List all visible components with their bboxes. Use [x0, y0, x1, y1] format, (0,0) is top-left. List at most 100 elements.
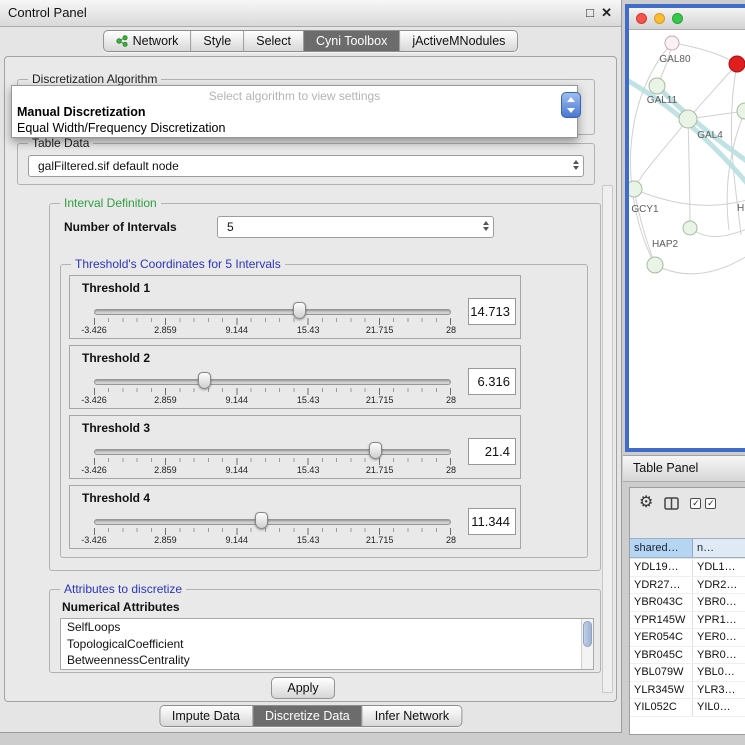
cell[interactable]: YBR0…	[693, 647, 745, 664]
threshold-value-field[interactable]: 21.4	[468, 438, 516, 465]
network-canvas[interactable]: GAL80 GAL11 GAL4 GCY1 HAP2 H	[629, 30, 745, 446]
node-label: H	[737, 203, 744, 214]
threshold-3-slider[interactable]: -3.426 2.859 9.144 15.43 21.715 28	[94, 416, 451, 480]
traffic-light-minimize-icon[interactable]	[654, 13, 665, 24]
cell[interactable]: YBR045C	[630, 647, 693, 664]
table-row[interactable]: YDR27…YDR2…	[630, 577, 745, 595]
dropdown-option-equal-width-frequency[interactable]: Equal Width/Frequency Discretization	[17, 121, 225, 135]
table-row[interactable]: YBL079WYBL0…	[630, 664, 745, 682]
cell[interactable]: YLR345W	[630, 682, 693, 699]
table-row[interactable]: YER054CYER0…	[630, 629, 745, 647]
threshold-1-slider[interactable]: -3.426 2.859 9.144 15.43 21.715 28	[94, 276, 451, 340]
column-selector-icon[interactable]	[664, 497, 679, 510]
combobox-arrows-button[interactable]	[561, 92, 581, 118]
threshold-2-slider[interactable]: -3.426 2.859 9.144 15.43 21.715 28	[94, 346, 451, 410]
slider-major-ticks	[94, 528, 452, 535]
list-scrollbar-thumb[interactable]	[583, 621, 592, 647]
slider-track[interactable]	[94, 379, 451, 385]
tab-label: Infer Network	[375, 709, 449, 723]
select-all-checkbox-icon[interactable]: ✓	[690, 498, 701, 509]
cell[interactable]: YIL0…	[693, 699, 745, 716]
cell[interactable]: YDL19…	[630, 559, 693, 576]
cell[interactable]: YLR3…	[693, 682, 745, 699]
tick-label: 9.144	[226, 465, 249, 475]
tick-label: 15.43	[297, 395, 320, 405]
threshold-value-field[interactable]: 14.713	[468, 298, 516, 325]
cell[interactable]: YER054C	[630, 629, 693, 646]
cell[interactable]: YDR27…	[630, 577, 693, 594]
cell[interactable]: YBR0…	[693, 594, 745, 611]
group-title: Table Data	[28, 136, 93, 150]
threshold-value-field[interactable]: 11.344	[468, 508, 516, 535]
select-checkbox-icon[interactable]: ✓	[705, 498, 716, 509]
list-scrollbar[interactable]	[581, 619, 593, 669]
table-row[interactable]: YLR345WYLR3…	[630, 682, 745, 700]
combobox-spinner-icon[interactable]	[573, 160, 579, 170]
combobox-spinner-icon[interactable]	[483, 221, 489, 231]
close-window-icon[interactable]: ✕	[601, 0, 612, 26]
tab-infer-network[interactable]: Infer Network	[362, 706, 461, 726]
cell[interactable]: YER0…	[693, 629, 745, 646]
cell[interactable]: YBL079W	[630, 664, 693, 681]
threshold-panel-3: Threshold 3 -3.426 2.859 9.144 15.43 21.…	[69, 415, 521, 479]
tab-network[interactable]: Network	[104, 31, 191, 51]
network-node[interactable]	[649, 78, 665, 94]
network-node[interactable]	[629, 181, 642, 197]
node-label: GAL80	[659, 54, 691, 65]
table-row[interactable]: YDL19…YDL1…	[630, 559, 745, 577]
slider-thumb[interactable]	[293, 302, 306, 319]
slider-thumb[interactable]	[255, 512, 268, 529]
threshold-4-slider[interactable]: -3.426 2.859 9.144 15.43 21.715 28	[94, 486, 451, 550]
cell[interactable]: YBR043C	[630, 594, 693, 611]
tab-jactivemnodules[interactable]: jActiveMNodules	[399, 31, 517, 51]
list-item[interactable]: TopologicalCoefficient	[61, 636, 593, 653]
panel-scrollbar[interactable]	[602, 185, 613, 693]
tab-style[interactable]: Style	[190, 31, 243, 51]
slider-track[interactable]	[94, 519, 451, 525]
column-header-name[interactable]: n…	[693, 539, 745, 557]
tab-label: Cyni Toolbox	[316, 34, 387, 48]
cell[interactable]: YDL1…	[693, 559, 745, 576]
network-node[interactable]	[683, 221, 697, 235]
group-title: Interval Definition	[60, 196, 161, 210]
slider-thumb[interactable]	[198, 372, 211, 389]
table-data-combobox[interactable]: galFiltered.sif default node	[28, 155, 584, 177]
cell[interactable]: YPR1…	[693, 612, 745, 629]
table-row[interactable]: YPR145WYPR1…	[630, 612, 745, 630]
num-intervals-combobox[interactable]: 5	[217, 216, 494, 238]
gear-icon[interactable]: ⚙	[639, 495, 653, 511]
slider-track[interactable]	[94, 309, 451, 315]
tab-cyni-toolbox[interactable]: Cyni Toolbox	[303, 31, 399, 51]
tick-label: -3.426	[81, 325, 107, 335]
cell[interactable]: YDR2…	[693, 577, 745, 594]
tab-impute-data[interactable]: Impute Data	[160, 706, 252, 726]
table-row[interactable]: YIL052CYIL0…	[630, 699, 745, 717]
slider-thumb[interactable]	[369, 442, 382, 459]
cell[interactable]: YPR145W	[630, 612, 693, 629]
table-row[interactable]: YBR043CYBR0…	[630, 594, 745, 612]
tab-discretize-data[interactable]: Discretize Data	[252, 706, 362, 726]
traffic-light-close-icon[interactable]	[636, 13, 647, 24]
network-node[interactable]	[647, 257, 663, 273]
table-toolbar: ⚙ ✓ ✓	[630, 488, 745, 518]
table-row[interactable]: YBR045CYBR0…	[630, 647, 745, 665]
slider-track[interactable]	[94, 449, 451, 455]
network-node-labels: GAL80 GAL11 GAL4 GCY1 HAP2 H	[631, 54, 744, 250]
column-header-shared-name[interactable]: shared…	[630, 539, 693, 557]
traffic-light-zoom-icon[interactable]	[672, 13, 683, 24]
tab-select[interactable]: Select	[243, 31, 303, 51]
list-item[interactable]: BetweennessCentrality	[61, 652, 593, 669]
network-node[interactable]	[737, 103, 745, 119]
cell[interactable]: YIL052C	[630, 699, 693, 716]
apply-button[interactable]: Apply	[271, 677, 335, 699]
selected-node[interactable]	[729, 56, 745, 72]
float-window-icon[interactable]: □	[586, 0, 594, 26]
list-item[interactable]: SelfLoops	[61, 619, 593, 636]
dropdown-option-manual-discretization[interactable]: Manual Discretization	[17, 105, 146, 119]
numerical-attributes-label: Numerical Attributes	[62, 600, 180, 614]
threshold-value-field[interactable]: 6.316	[468, 368, 516, 395]
network-node[interactable]	[665, 36, 679, 50]
network-node[interactable]	[679, 110, 697, 128]
tick-label: -3.426	[81, 465, 107, 475]
cell[interactable]: YBL0…	[693, 664, 745, 681]
